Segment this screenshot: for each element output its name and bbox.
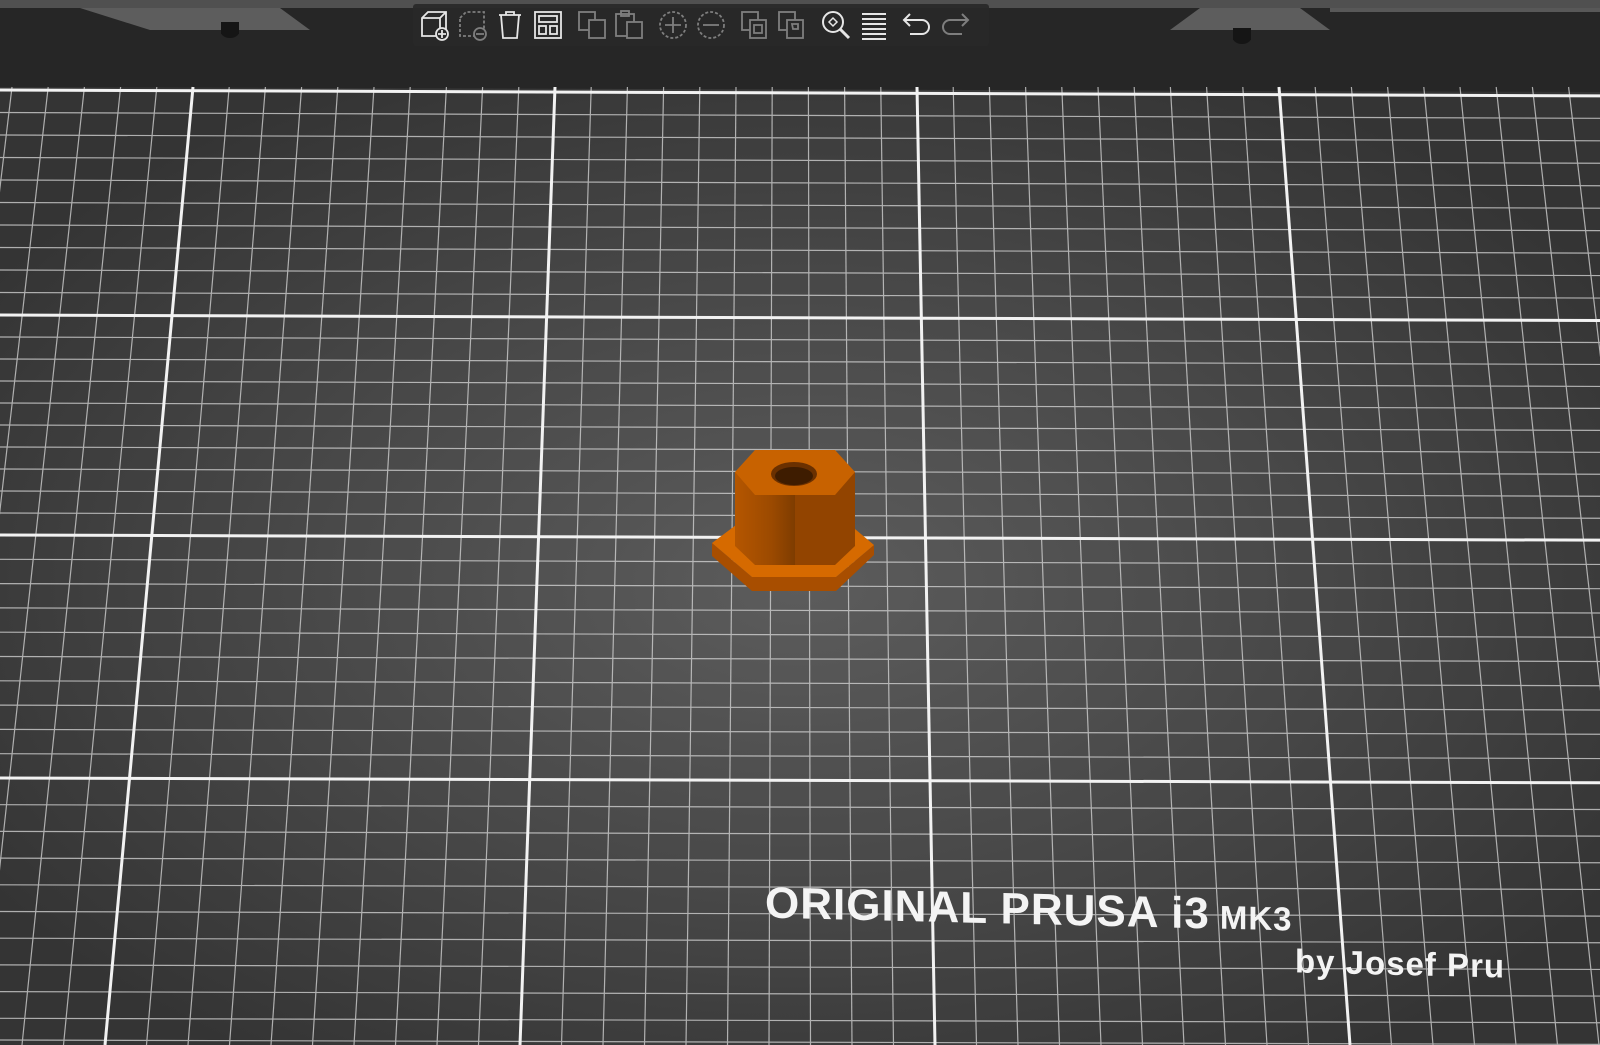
- layers-editing-icon: [861, 13, 886, 40]
- top-toolbar: [413, 4, 989, 46]
- layers-editing-button[interactable]: [856, 7, 892, 43]
- add-button[interactable]: [417, 7, 453, 43]
- bed-label-subtitle: by Josef Pru: [1295, 942, 1506, 985]
- arrange-icon: [534, 11, 562, 39]
- bed-label-model: MK3: [1219, 898, 1293, 938]
- add-icon: [421, 11, 449, 41]
- split-objects-button[interactable]: [737, 7, 773, 43]
- redo-icon: [941, 13, 970, 35]
- delete-all-icon: [499, 11, 522, 39]
- split-parts-button[interactable]: [774, 7, 810, 43]
- undo-button[interactable]: [899, 7, 935, 43]
- delete-all-button[interactable]: [492, 7, 528, 43]
- copy-icon: [577, 11, 606, 39]
- redo-button[interactable]: [937, 7, 973, 43]
- search-button[interactable]: [818, 7, 854, 43]
- paste-icon: [615, 10, 644, 39]
- hex-nut-model[interactable]: [712, 450, 874, 591]
- delete-icon: [458, 11, 487, 41]
- split-objects-icon: [740, 11, 767, 39]
- add-instance-icon: [659, 11, 688, 39]
- add-instance-button[interactable]: [655, 7, 691, 43]
- remove-instance-button[interactable]: [693, 7, 729, 43]
- 3d-viewport[interactable]: ORIGINAL PRUSA i3 MK3 by Josef Pru: [0, 0, 1600, 1045]
- search-icon: [821, 11, 850, 40]
- remove-instance-icon: [696, 11, 725, 39]
- delete-button[interactable]: [455, 7, 491, 43]
- copy-button[interactable]: [574, 7, 610, 43]
- split-parts-icon: [778, 11, 805, 39]
- undo-icon: [902, 13, 931, 35]
- paste-button[interactable]: [611, 7, 647, 43]
- arrange-button[interactable]: [530, 7, 566, 43]
